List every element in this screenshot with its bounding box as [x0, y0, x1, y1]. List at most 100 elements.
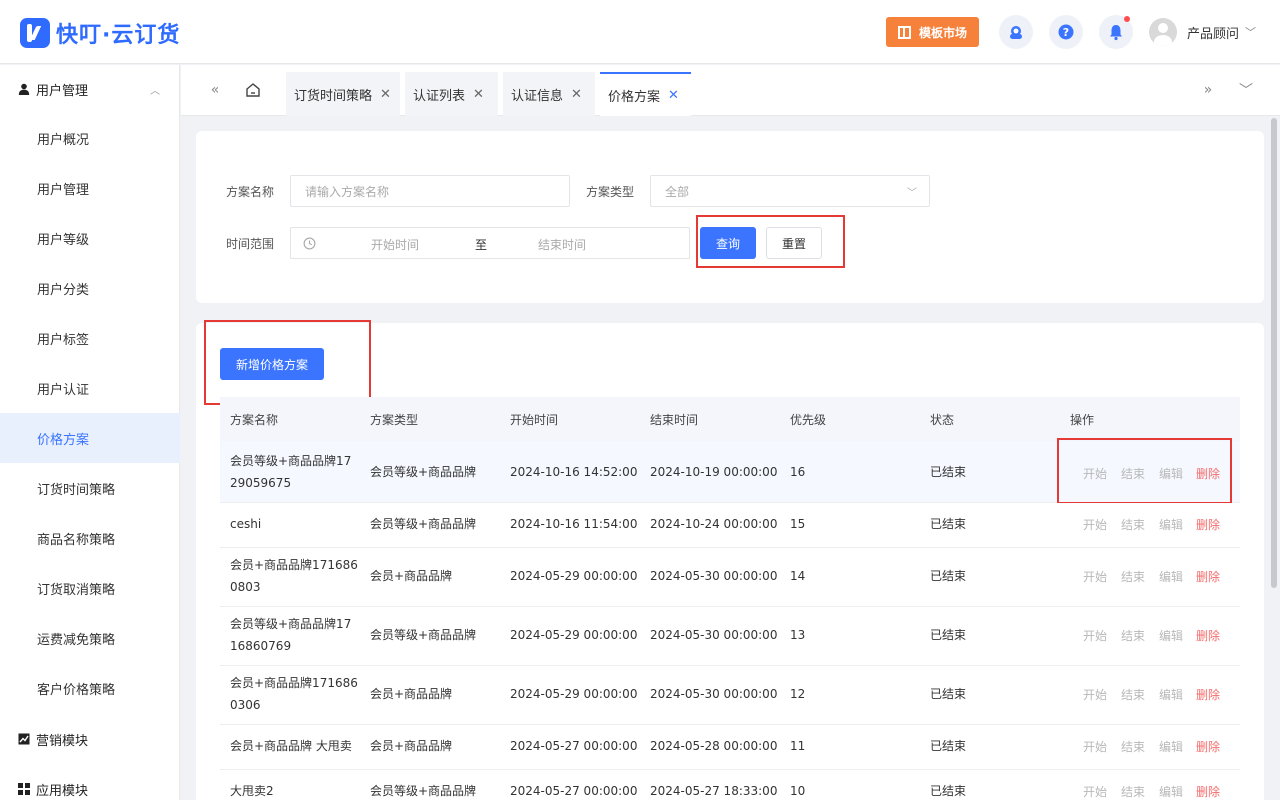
sidebar-item-user-tag[interactable]: 用户标签 — [0, 313, 180, 363]
sidebar-item-label: 用户等级 — [37, 232, 90, 248]
end-action[interactable]: 结束 — [1121, 738, 1145, 755]
sidebar-item-user-level[interactable]: 用户等级 — [0, 213, 180, 263]
sidebar-item-shipping-discount-policy[interactable]: 运费减免策略 — [0, 613, 180, 663]
plan-name-input[interactable]: 请输入方案名称 — [290, 175, 570, 207]
sidebar-group-user-management[interactable]: 用户管理 ︿ — [0, 65, 180, 113]
table-row[interactable]: 会员+商品品牌 大甩卖 会员+商品品牌 2024-05-27 00:00:00 … — [220, 725, 1240, 770]
app-logo[interactable]: 快叮·云订货 — [20, 17, 180, 49]
start-action[interactable]: 开始 — [1083, 783, 1107, 800]
end-action[interactable]: 结束 — [1121, 686, 1145, 703]
delete-action[interactable]: 删除 — [1196, 738, 1220, 755]
plan-type-select[interactable]: 全部 ﹀ — [650, 175, 930, 207]
sidebar-group-marketing[interactable]: 营销模块 — [0, 715, 180, 763]
sidebar-item-label: 订货取消策略 — [37, 582, 116, 598]
close-icon[interactable]: ✕ — [571, 87, 582, 102]
user-menu[interactable]: 产品顾问 ﹀ — [1149, 18, 1256, 46]
column-header: 方案类型 — [370, 413, 419, 427]
plan-type-cell: 会员+商品品牌 — [370, 739, 453, 753]
column-header: 操作 — [1070, 413, 1095, 427]
close-icon[interactable]: ✕ — [668, 88, 679, 103]
plan-type-value: 全部 — [665, 184, 690, 199]
start-action[interactable]: 开始 — [1083, 568, 1107, 585]
table-header: 方案名称 方案类型 开始时间 结束时间 优先级 状态 操作 — [220, 397, 1240, 441]
start-time-cell: 2024-10-16 11:54:00 — [510, 517, 638, 531]
sidebar-group-label: 营销模块 — [36, 733, 89, 749]
delete-action[interactable]: 删除 — [1196, 516, 1220, 533]
tab-label: 价格方案 — [608, 89, 661, 105]
end-action[interactable]: 结束 — [1121, 516, 1145, 533]
sidebar-item-user-verification[interactable]: 用户认证 — [0, 363, 180, 413]
end-time-cell: 2024-05-30 00:00:00 — [650, 628, 778, 642]
table-row[interactable]: ceshi 会员等级+商品品牌 2024-10-16 11:54:00 2024… — [220, 503, 1240, 548]
sidebar-item-user-overview[interactable]: 用户概况 — [0, 113, 180, 163]
tab-verification-info[interactable]: 认证信息 ✕ — [503, 72, 595, 116]
vertical-scrollbar[interactable] — [1271, 118, 1277, 588]
close-icon[interactable]: ✕ — [380, 87, 391, 102]
sidebar-group-apps[interactable]: 应用模块 — [0, 765, 180, 800]
sidebar-item-product-name-policy[interactable]: 商品名称策略 — [0, 513, 180, 563]
start-action[interactable]: 开始 — [1083, 516, 1107, 533]
notification-button[interactable] — [1099, 15, 1133, 49]
customer-service-button[interactable] — [999, 15, 1033, 49]
bell-icon — [1110, 25, 1122, 41]
time-range-picker[interactable]: 开始时间 至 结束时间 — [290, 227, 690, 259]
help-button[interactable]: ? — [1049, 15, 1083, 49]
delete-action[interactable]: 删除 — [1196, 627, 1220, 644]
end-action[interactable]: 结束 — [1121, 568, 1145, 585]
plan-name-cell: 会员等级+商品品牌17 — [230, 617, 352, 631]
notification-dot — [1124, 16, 1130, 22]
start-time-cell: 2024-05-29 00:00:00 — [510, 569, 638, 583]
tab-label: 认证列表 — [413, 88, 466, 104]
table-row[interactable]: 会员+商品品牌171686 0803 会员+商品品牌 2024-05-29 00… — [220, 548, 1240, 607]
tab-scroll-right-icon[interactable]: » — [1196, 77, 1220, 103]
close-icon[interactable]: ✕ — [473, 87, 484, 102]
tab-price-plan[interactable]: 价格方案 ✕ — [600, 72, 691, 116]
tab-verification-list[interactable]: 认证列表 ✕ — [405, 72, 498, 116]
tab-order-time-policy[interactable]: 订货时间策略 ✕ — [286, 72, 400, 116]
plan-type-cell: 会员等级+商品品牌 — [370, 517, 477, 531]
sidebar-item-user-management[interactable]: 用户管理 — [0, 163, 180, 213]
tab-scroll-left-icon[interactable]: « — [203, 77, 227, 103]
plan-type-cell: 会员等级+商品品牌 — [370, 784, 477, 798]
edit-action[interactable]: 编辑 — [1159, 738, 1183, 755]
delete-action[interactable]: 删除 — [1196, 686, 1220, 703]
plan-type-label: 方案类型 — [586, 185, 635, 199]
help-icon: ? — [1058, 24, 1074, 40]
plan-name-cell: ceshi — [230, 517, 262, 531]
end-action[interactable]: 结束 — [1121, 783, 1145, 800]
start-action[interactable]: 开始 — [1083, 738, 1107, 755]
edit-action[interactable]: 编辑 — [1159, 686, 1183, 703]
sidebar-item-user-category[interactable]: 用户分类 — [0, 263, 180, 313]
chevron-up-icon: ︿ — [150, 85, 160, 97]
sidebar-item-price-plan[interactable]: 价格方案 — [0, 413, 180, 463]
priority-cell: 16 — [790, 465, 806, 479]
sidebar-item-order-time-policy[interactable]: 订货时间策略 — [0, 463, 180, 513]
apps-grid-icon — [18, 783, 30, 795]
delete-action[interactable]: 删除 — [1196, 568, 1220, 585]
start-action[interactable]: 开始 — [1083, 686, 1107, 703]
table-row[interactable]: 大甩卖2 会员等级+商品品牌 2024-05-27 00:00:00 2024-… — [220, 770, 1240, 800]
sidebar-group-label: 用户管理 — [36, 83, 89, 99]
chevron-down-icon[interactable]: ﹀ — [1234, 77, 1258, 103]
plan-type-cell: 会员等级+商品品牌 — [370, 465, 477, 479]
edit-action[interactable]: 编辑 — [1159, 516, 1183, 533]
table-row[interactable]: 会员等级+商品品牌17 16860769 会员等级+商品品牌 2024-05-2… — [220, 607, 1240, 666]
tab-label: 认证信息 — [511, 88, 564, 104]
sidebar-item-customer-price-policy[interactable]: 客户价格策略 — [0, 663, 180, 713]
end-action[interactable]: 结束 — [1121, 627, 1145, 644]
template-market-button[interactable]: 模板市场 — [886, 17, 979, 47]
table-row[interactable]: 会员+商品品牌171686 0306 会员+商品品牌 2024-05-29 00… — [220, 666, 1240, 725]
delete-action[interactable]: 删除 — [1196, 783, 1220, 800]
highlight-box-add — [204, 320, 371, 405]
status-cell: 已结束 — [930, 628, 967, 642]
plan-name-placeholder: 请输入方案名称 — [305, 184, 390, 199]
edit-action[interactable]: 编辑 — [1159, 783, 1183, 800]
start-action[interactable]: 开始 — [1083, 627, 1107, 644]
edit-action[interactable]: 编辑 — [1159, 568, 1183, 585]
priority-cell: 13 — [790, 628, 806, 642]
column-header: 方案名称 — [230, 413, 279, 427]
priority-cell: 12 — [790, 687, 806, 701]
edit-action[interactable]: 编辑 — [1159, 627, 1183, 644]
sidebar-item-order-cancel-policy[interactable]: 订货取消策略 — [0, 563, 180, 613]
home-icon[interactable] — [241, 77, 265, 103]
